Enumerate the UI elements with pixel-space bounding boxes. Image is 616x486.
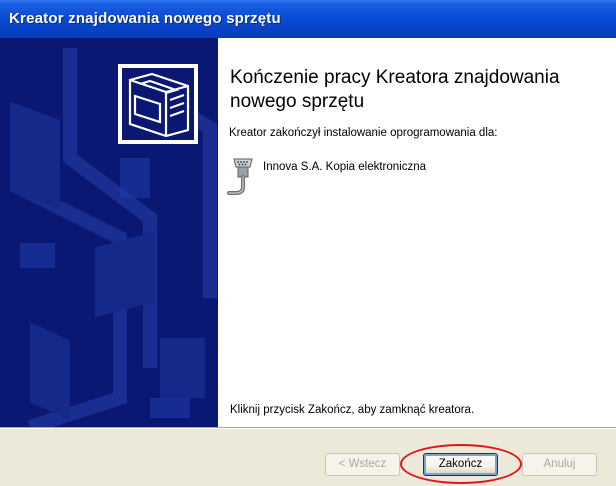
back-button[interactable]: < Wstecz xyxy=(325,453,400,476)
page-title: Kończenie pracy Kreatora znajdowania now… xyxy=(230,67,560,112)
finish-instruction: Kliknij przycisk Zakończ, aby zamknąć kr… xyxy=(230,404,475,416)
device-row: Innova S.A. Kopia elektroniczna xyxy=(226,153,606,203)
hardware-wizard-icon xyxy=(118,64,198,144)
intro-text: Kreator zakończył instalowanie oprogramo… xyxy=(229,127,498,139)
serial-cable-icon xyxy=(227,158,253,195)
wizard-content: Kończenie pracy Kreatora znajdowania now… xyxy=(218,38,616,427)
title-bar[interactable]: Kreator znajdowania nowego sprzętu xyxy=(0,0,616,38)
wizard-window: Kreator znajdowania nowego sprzętu Kończ… xyxy=(0,0,616,486)
finish-button[interactable]: Zakończ xyxy=(423,453,498,476)
device-name: Innova S.A. Kopia elektroniczna xyxy=(263,161,427,173)
cancel-button[interactable]: Anuluj xyxy=(522,453,597,476)
window-title: Kreator znajdowania nowego sprzętu xyxy=(9,10,281,27)
wizard-side-banner xyxy=(0,38,218,427)
hardware-banner-graphic xyxy=(0,38,218,427)
button-divider xyxy=(0,427,616,429)
